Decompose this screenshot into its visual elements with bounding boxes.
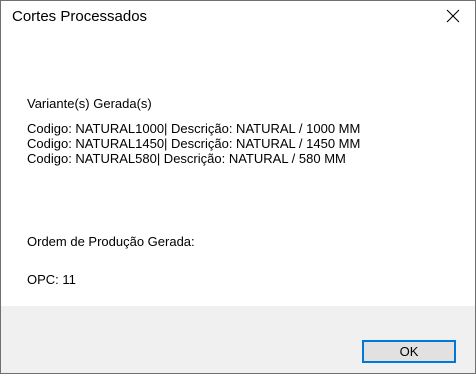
close-icon — [446, 9, 460, 23]
variant-line: Codigo: NATURAL1000| Descrição: NATURAL … — [27, 121, 361, 136]
variant-line: Codigo: NATURAL580| Descrição: NATURAL /… — [27, 151, 346, 166]
variants-heading: Variante(s) Gerada(s) — [27, 96, 152, 111]
title-bar: Cortes Processados — [1, 1, 475, 32]
message-dialog: Cortes Processados Variante(s) Gerada(s)… — [0, 0, 476, 374]
variant-line: Codigo: NATURAL1450| Descrição: NATURAL … — [27, 136, 361, 151]
ok-button[interactable]: OK — [362, 340, 456, 363]
close-button[interactable] — [431, 1, 475, 31]
dialog-footer: OK — [1, 306, 475, 373]
order-value: OPC: 11 — [27, 272, 76, 287]
message-body: Variante(s) Gerada(s) Codigo: NATURAL100… — [1, 32, 475, 306]
dialog-title: Cortes Processados — [12, 8, 148, 25]
order-heading: Ordem de Produção Gerada: — [27, 234, 195, 249]
